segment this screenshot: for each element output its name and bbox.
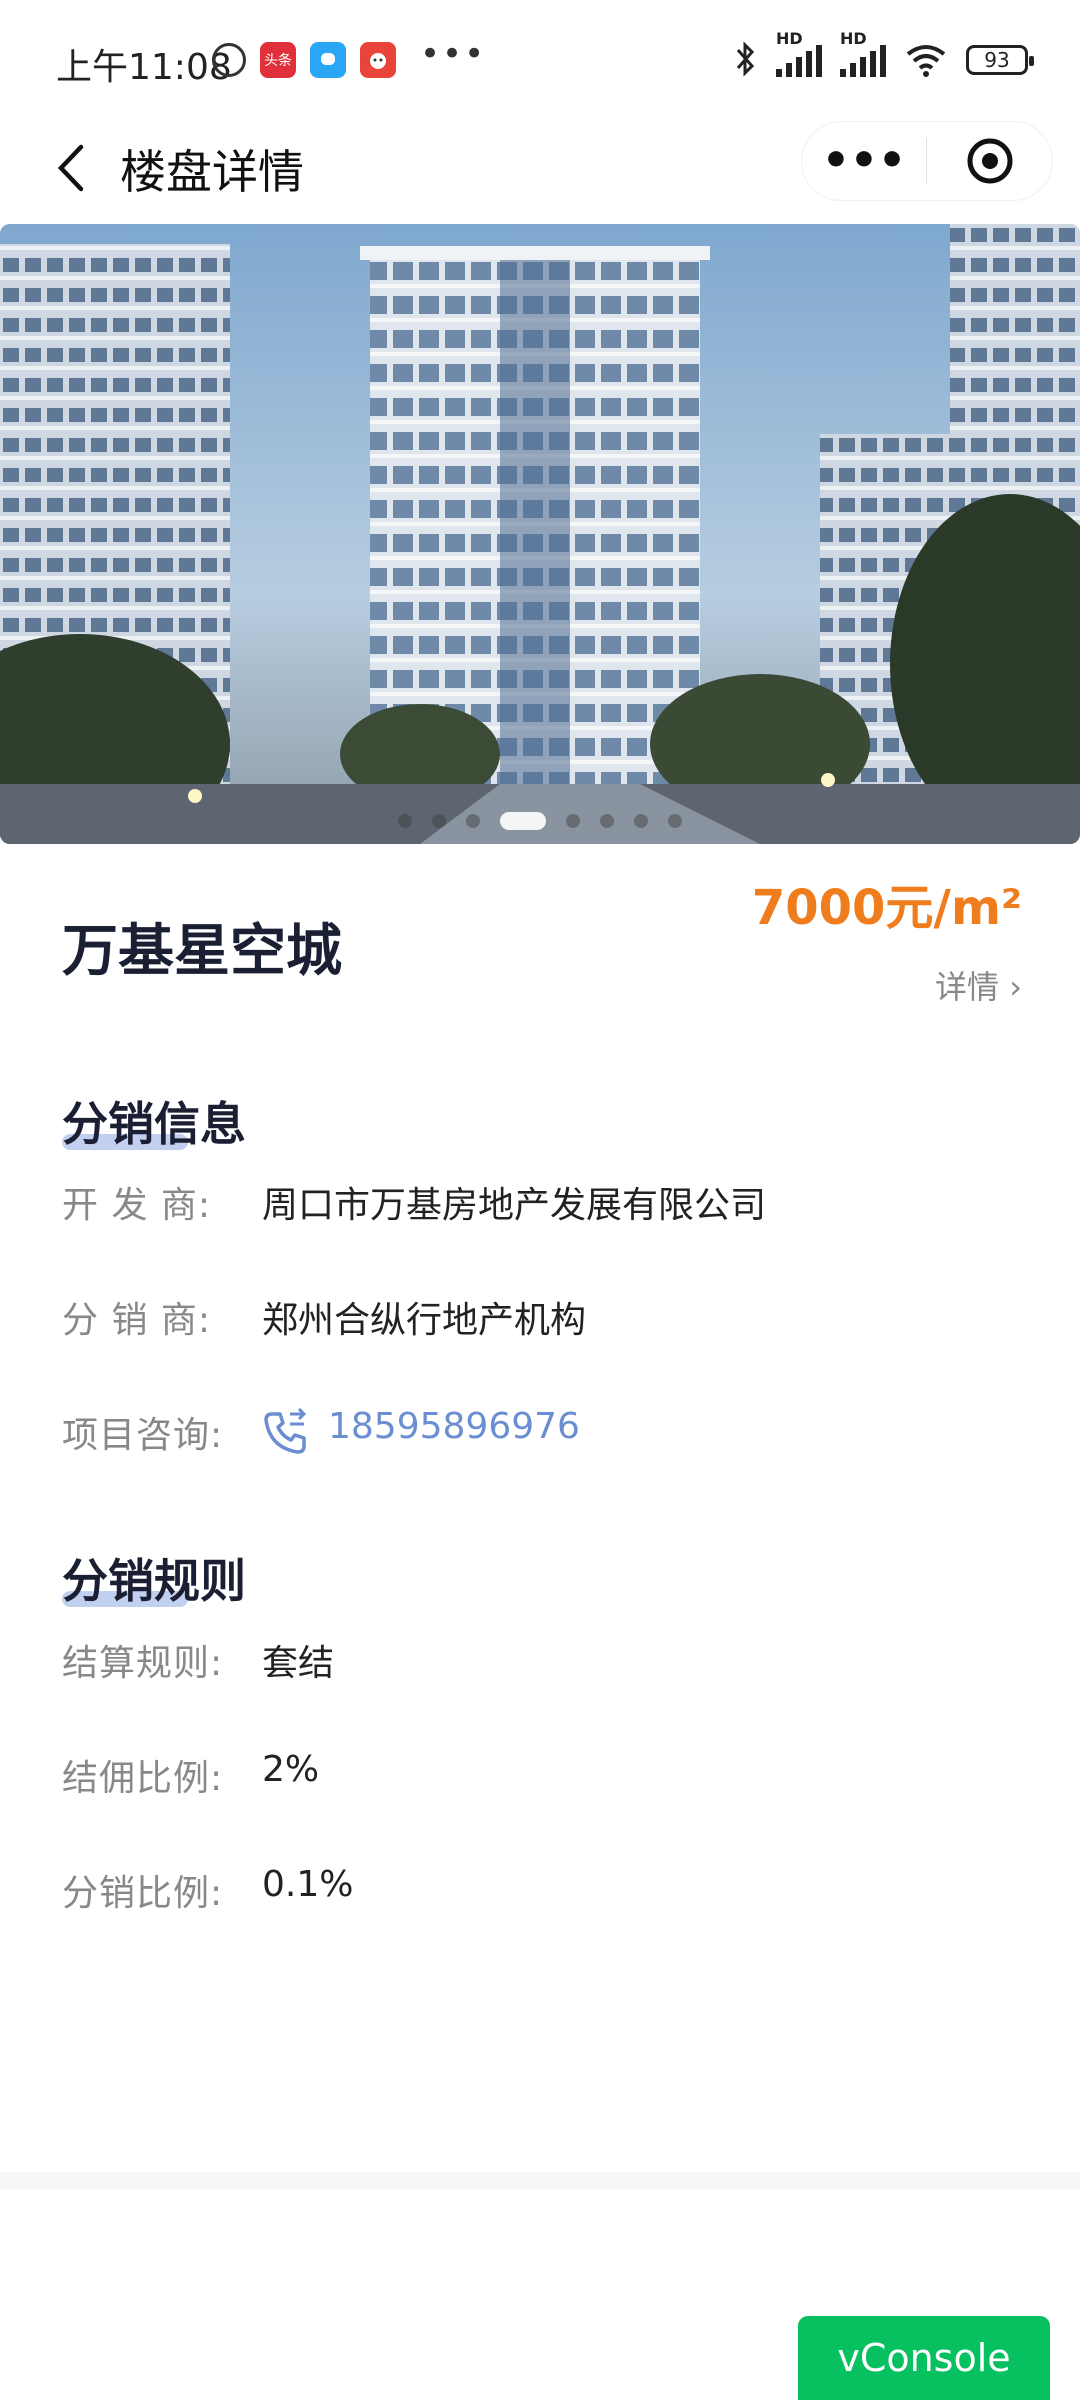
close-miniprogram-icon[interactable] xyxy=(927,137,1052,185)
navigation-bar: 楼盘详情 ••• xyxy=(0,120,1080,220)
developer-label: 开 发 商: xyxy=(62,1185,212,1226)
info-row-consultation[interactable]: 项目咨询: 18595896976 xyxy=(62,1406,1022,1466)
battery-icon: 93 xyxy=(966,45,1034,75)
carousel-dot[interactable] xyxy=(432,814,446,828)
section-title-distribution-rules: 分销规则 xyxy=(62,1545,246,1611)
carousel-dot-active[interactable] xyxy=(500,812,546,830)
wifi-icon xyxy=(906,45,946,77)
carousel-dot[interactable] xyxy=(600,814,614,828)
alarm-icon xyxy=(212,43,246,77)
info-row-distribution-ratio: 分销比例: 0.1% xyxy=(62,1864,1022,1924)
section-divider xyxy=(0,2172,1080,2190)
commission-ratio-value: 2% xyxy=(262,1749,320,1790)
distributor-value: 郑州合纵行地产机构 xyxy=(262,1300,587,1341)
status-time: 上午11:08 xyxy=(56,47,232,88)
vconsole-button[interactable]: vConsole xyxy=(798,2316,1050,2400)
project-image-carousel[interactable] xyxy=(0,224,1080,844)
dog-app-icon xyxy=(360,42,396,78)
info-row-settlement-rule: 结算规则: 套结 xyxy=(62,1634,1022,1694)
carousel-dot[interactable] xyxy=(566,814,580,828)
carousel-dot[interactable] xyxy=(668,814,682,828)
info-row-commission-ratio: 结佣比例: 2% xyxy=(62,1749,1022,1809)
system-status-icons: HD HD 93 xyxy=(734,29,1034,80)
phone-call-icon[interactable] xyxy=(260,1408,310,1458)
status-bar: 上午11:08 头条 ••• HD HD 93 xyxy=(0,0,1080,120)
network-label-2: HD xyxy=(840,29,867,48)
section-title-text: 分销信息 xyxy=(62,1097,246,1151)
page-title: 楼盘详情 xyxy=(120,145,304,199)
bluetooth-icon xyxy=(736,41,755,77)
carousel-dot[interactable] xyxy=(466,814,480,828)
distributor-label: 分 销 商: xyxy=(62,1300,212,1341)
building-rendering-image xyxy=(0,224,1080,844)
carousel-dot[interactable] xyxy=(634,814,648,828)
network-label-1: HD xyxy=(776,29,803,48)
distribution-ratio-label: 分销比例: xyxy=(62,1873,224,1914)
more-icon[interactable]: ••• xyxy=(802,122,926,200)
settlement-rule-value: 套结 xyxy=(262,1643,335,1684)
section-title-distribution-info: 分销信息 xyxy=(62,1088,246,1154)
consultation-label: 项目咨询: xyxy=(62,1415,224,1456)
carousel-dot[interactable] xyxy=(398,814,412,828)
back-icon[interactable] xyxy=(40,138,100,198)
detail-link[interactable]: 详情 › xyxy=(935,962,1022,1008)
consultation-phone[interactable]: 18595896976 xyxy=(328,1406,580,1447)
project-price: 7000元/m² xyxy=(751,880,1022,936)
chat-app-icon xyxy=(310,42,346,78)
section-title-text: 分销规则 xyxy=(62,1554,246,1608)
toutiao-app-icon: 头条 xyxy=(260,42,296,78)
miniprogram-capsule: ••• xyxy=(802,122,1052,200)
carousel-indicator xyxy=(0,812,1080,830)
signal-icon-1: HD xyxy=(776,29,822,77)
signal-icon-2: HD xyxy=(840,29,886,77)
commission-ratio-label: 结佣比例: xyxy=(62,1758,224,1799)
info-row-developer: 开 发 商: 周口市万基房地产发展有限公司 xyxy=(62,1176,1022,1236)
settlement-rule-label: 结算规则: xyxy=(62,1643,224,1684)
project-name: 万基星空城 xyxy=(62,919,342,984)
more-notifications-icon: ••• xyxy=(420,34,487,74)
notification-icons: 头条 ••• xyxy=(212,34,486,78)
developer-value: 周口市万基房地产发展有限公司 xyxy=(262,1185,767,1226)
distribution-ratio-value: 0.1% xyxy=(262,1864,354,1905)
info-row-distributor: 分 销 商: 郑州合纵行地产机构 xyxy=(62,1291,1022,1351)
